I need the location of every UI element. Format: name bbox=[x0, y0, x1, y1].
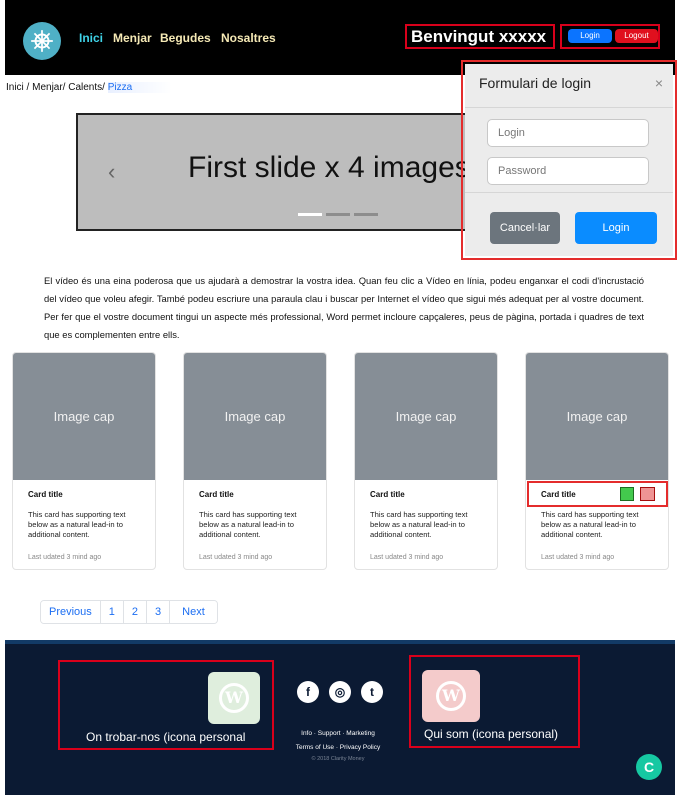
instagram-icon[interactable]: ◎ bbox=[329, 681, 351, 703]
carousel-indicator[interactable] bbox=[326, 213, 350, 216]
card-image: Image cap bbox=[13, 353, 155, 480]
product-card[interactable]: Image cap Card title This card has suppo… bbox=[183, 352, 327, 570]
pagination-page-3[interactable]: 3 bbox=[147, 601, 171, 623]
login-modal-title: Formulari de login bbox=[479, 75, 592, 91]
close-icon[interactable]: × bbox=[655, 75, 663, 91]
login-username-field[interactable]: Login bbox=[487, 119, 649, 147]
about-label[interactable]: Qui som (icona personal) bbox=[424, 727, 558, 741]
facebook-icon[interactable]: f bbox=[297, 681, 319, 703]
carousel-indicators bbox=[298, 213, 378, 216]
card-image: Image cap bbox=[526, 353, 668, 480]
login-password-field[interactable]: Password bbox=[487, 157, 649, 185]
carousel-caption: First slide x 4 images bbox=[188, 151, 470, 184]
nav-link-inici[interactable]: Inici bbox=[79, 31, 103, 45]
copyright: © 2018 Clarity Money bbox=[311, 756, 365, 762]
product-card[interactable]: Image cap Card title This card has suppo… bbox=[525, 352, 669, 570]
card-image: Image cap bbox=[355, 353, 497, 480]
card-updated: Last udated 3 mind ago bbox=[370, 554, 444, 561]
nav-logout-button[interactable]: Logout bbox=[615, 29, 658, 43]
breadcrumb-path[interactable]: Inici / Menjar/ Calents/ bbox=[6, 82, 105, 93]
card-image: Image cap bbox=[184, 353, 326, 480]
wordpress-icon[interactable]: W bbox=[208, 672, 260, 724]
nav-link-begudes[interactable]: Begudes bbox=[160, 31, 211, 45]
intro-paragraph: El vídeo és una eina poderosa que us aju… bbox=[44, 275, 644, 340]
card-text: This card has supporting text below as a… bbox=[199, 510, 297, 539]
footer-links: Info · Support · Marketing Terms of Use … bbox=[288, 727, 388, 755]
nav-login-button[interactable]: Login bbox=[568, 29, 612, 43]
card-text: This card has supporting text below as a… bbox=[28, 510, 126, 539]
card-title: Card title bbox=[28, 490, 63, 499]
cancel-button[interactable]: Cancel·lar bbox=[490, 212, 560, 244]
modal-divider bbox=[465, 192, 673, 193]
login-modal: Formulari de login × Login Password Canc… bbox=[465, 64, 673, 256]
nav-link-nosaltres[interactable]: Nosaltres bbox=[221, 31, 276, 45]
pagination-previous[interactable]: Previous bbox=[41, 601, 101, 623]
card-updated: Last udated 3 mind ago bbox=[28, 554, 102, 561]
product-card[interactable]: Image cap Card title This card has suppo… bbox=[12, 352, 156, 570]
product-card[interactable]: Image cap Card title This card has suppo… bbox=[354, 352, 498, 570]
delete-icon[interactable] bbox=[640, 487, 655, 501]
card-updated: Last udated 3 mind ago bbox=[199, 554, 273, 561]
breadcrumb-current: Pizza bbox=[107, 82, 173, 93]
carousel-indicator[interactable] bbox=[354, 213, 378, 216]
nav-link-menjar[interactable]: Menjar bbox=[113, 31, 152, 45]
page: Inici Menjar Begudes Nosaltres Benvingut… bbox=[0, 0, 685, 805]
breadcrumb: Inici / Menjar/ Calents/ Pizza bbox=[6, 82, 173, 93]
footer-links-line1[interactable]: Info · Support · Marketing bbox=[288, 727, 388, 741]
card-title: Card title bbox=[370, 490, 405, 499]
welcome-text: Benvingut xxxxx bbox=[411, 27, 547, 46]
wordpress-icon[interactable]: W bbox=[422, 670, 480, 722]
location-label[interactable]: On trobar-nos (icona personal bbox=[86, 730, 245, 744]
card-updated: Last udated 3 mind ago bbox=[541, 554, 615, 561]
pagination: Previous 1 2 3 Next bbox=[40, 600, 218, 624]
pagination-next[interactable]: Next bbox=[170, 601, 217, 623]
footer-top-bar bbox=[5, 640, 675, 644]
carousel-prev-icon[interactable]: ‹ bbox=[108, 159, 115, 185]
login-submit-button[interactable]: Login bbox=[575, 212, 657, 244]
twitter-icon[interactable]: t bbox=[361, 681, 383, 703]
pagination-page-2[interactable]: 2 bbox=[123, 601, 148, 623]
pagination-page-1[interactable]: 1 bbox=[100, 601, 124, 623]
carousel-indicator[interactable] bbox=[298, 213, 322, 216]
modal-divider bbox=[465, 107, 673, 108]
helm-logo-icon[interactable] bbox=[23, 22, 61, 60]
card-text: This card has supporting text below as a… bbox=[370, 510, 468, 539]
chat-icon[interactable]: C bbox=[636, 754, 662, 780]
edit-icon[interactable] bbox=[620, 487, 634, 501]
card-text: This card has supporting text below as a… bbox=[541, 510, 639, 539]
card-title: Card title bbox=[199, 490, 234, 499]
footer-links-line2[interactable]: Terms of Use · Privacy Policy bbox=[288, 741, 388, 755]
